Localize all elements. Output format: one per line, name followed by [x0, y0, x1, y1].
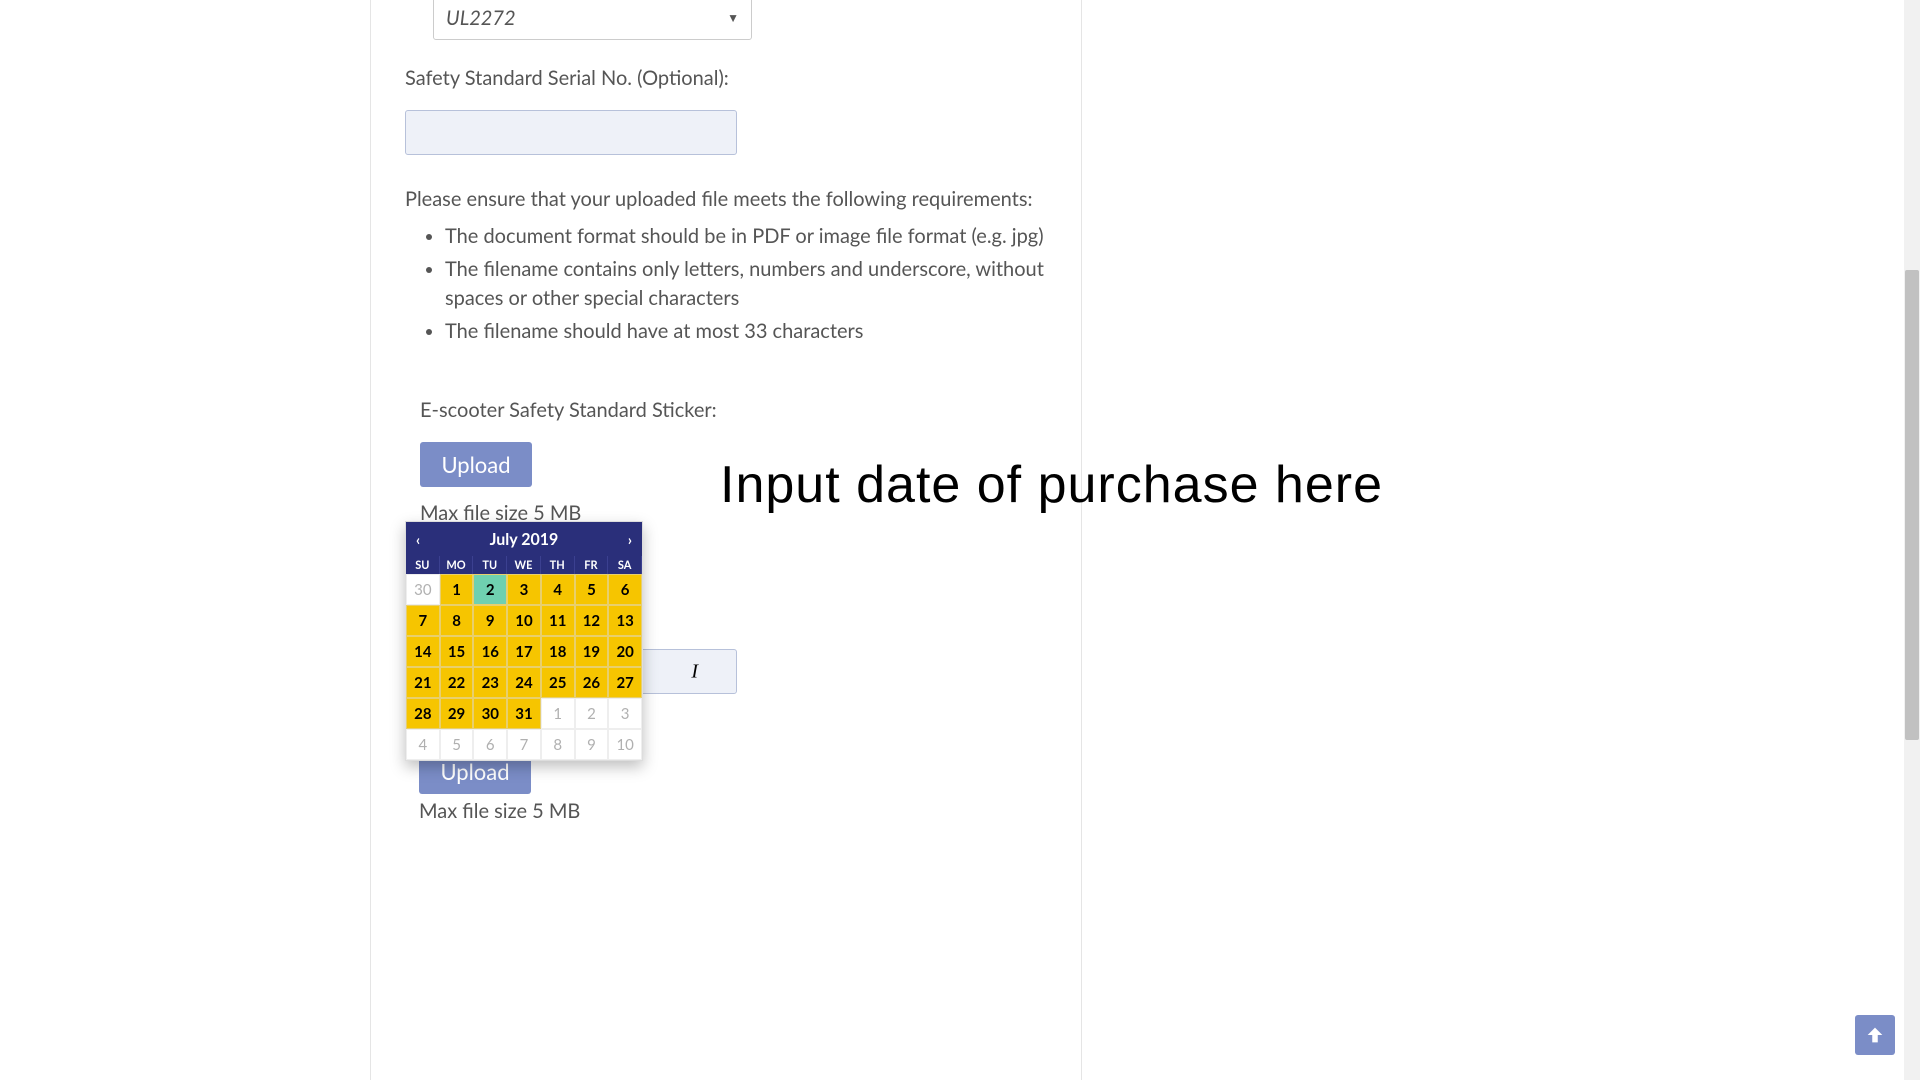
calendar-day[interactable]: 27: [608, 667, 642, 698]
calendar-day[interactable]: 9: [473, 605, 507, 636]
calendar-day[interactable]: 26: [575, 667, 609, 698]
calendar-day: 30: [406, 574, 440, 605]
calendar-day: 7: [507, 729, 541, 760]
calendar-day[interactable]: 30: [473, 698, 507, 729]
calendar-header: ‹ July 2019 ›: [406, 522, 642, 556]
dow: FR: [575, 556, 609, 574]
calendar-day[interactable]: 13: [608, 605, 642, 636]
calendar-day: 3: [608, 698, 642, 729]
calendar-day[interactable]: 22: [440, 667, 474, 698]
dow: TU: [473, 556, 507, 574]
sticker-label: E-scooter Safety Standard Sticker:: [420, 398, 1065, 422]
max-size-hint-2: Max file size 5 MB: [419, 799, 580, 823]
calendar-day[interactable]: 8: [440, 605, 474, 636]
calendar-day: 10: [608, 729, 642, 760]
calendar-day: 8: [541, 729, 575, 760]
dow: MO: [440, 556, 474, 574]
requirements-intro: Please ensure that your uploaded file me…: [405, 185, 1065, 214]
serial-input[interactable]: [405, 110, 737, 155]
calendar-day[interactable]: 1: [440, 574, 474, 605]
text-cursor-icon: I: [691, 660, 698, 683]
calendar-title: July 2019: [490, 530, 559, 549]
upload-label: Upload: [441, 451, 510, 478]
calendar-day: 2: [575, 698, 609, 729]
calendar-day: 4: [406, 729, 440, 760]
calendar-dow-row: SU MO TU WE TH FR SA: [406, 556, 642, 574]
calendar-day: 9: [575, 729, 609, 760]
next-month-button[interactable]: ›: [628, 531, 632, 548]
dow: SU: [406, 556, 440, 574]
calendar-day[interactable]: 4: [541, 574, 575, 605]
calendar-day: 1: [541, 698, 575, 729]
list-item: The document format should be in PDF or …: [445, 220, 1065, 253]
scrollbar[interactable]: [1904, 0, 1920, 1080]
calendar-day[interactable]: 12: [575, 605, 609, 636]
upload-button[interactable]: Upload: [420, 442, 532, 487]
list-item: The filename should have at most 33 char…: [445, 315, 1065, 348]
calendar-day[interactable]: 5: [575, 574, 609, 605]
arrow-up-icon: [1864, 1024, 1886, 1046]
calendar-day: 6: [473, 729, 507, 760]
calendar-day[interactable]: 23: [473, 667, 507, 698]
calendar-day[interactable]: 11: [541, 605, 575, 636]
calendar-day[interactable]: 18: [541, 636, 575, 667]
prev-month-button[interactable]: ‹: [416, 531, 420, 548]
calendar-day[interactable]: 10: [507, 605, 541, 636]
calendar-day[interactable]: 15: [440, 636, 474, 667]
calendar-day[interactable]: 25: [541, 667, 575, 698]
annotation-text: Input date of purchase here: [720, 455, 1383, 515]
calendar-day[interactable]: 17: [507, 636, 541, 667]
dow: WE: [507, 556, 541, 574]
serial-label: Safety Standard Serial No. (Optional):: [405, 66, 1065, 90]
calendar-day: 5: [440, 729, 474, 760]
scroll-to-top-button[interactable]: [1855, 1015, 1895, 1055]
calendar-day[interactable]: 19: [575, 636, 609, 667]
calendar-day[interactable]: 14: [406, 636, 440, 667]
calendar-day[interactable]: 28: [406, 698, 440, 729]
upload-label-2: Upload: [440, 758, 509, 785]
list-item: The filename contains only letters, numb…: [445, 253, 1065, 315]
calendar-day[interactable]: 2: [473, 574, 507, 605]
scrollbar-thumb[interactable]: [1905, 270, 1919, 740]
chevron-down-icon: ▼: [727, 10, 739, 25]
dow: SA: [608, 556, 642, 574]
calendar-day[interactable]: 16: [473, 636, 507, 667]
calendar-day[interactable]: 3: [507, 574, 541, 605]
datepicker: ‹ July 2019 › SU MO TU WE TH FR SA 30123…: [405, 521, 643, 761]
calendar-day[interactable]: 31: [507, 698, 541, 729]
safety-standard-select[interactable]: UL2272 ▼: [433, 0, 752, 40]
calendar-day[interactable]: 20: [608, 636, 642, 667]
dow: TH: [541, 556, 575, 574]
select-value: UL2272: [446, 6, 516, 30]
calendar-day[interactable]: 29: [440, 698, 474, 729]
calendar-grid: 3012345678910111213141516171819202122232…: [406, 574, 642, 760]
calendar-day[interactable]: 21: [406, 667, 440, 698]
calendar-day[interactable]: 24: [507, 667, 541, 698]
requirements-list: The document format should be in PDF or …: [405, 220, 1065, 348]
calendar-day[interactable]: 7: [406, 605, 440, 636]
calendar-day[interactable]: 6: [608, 574, 642, 605]
